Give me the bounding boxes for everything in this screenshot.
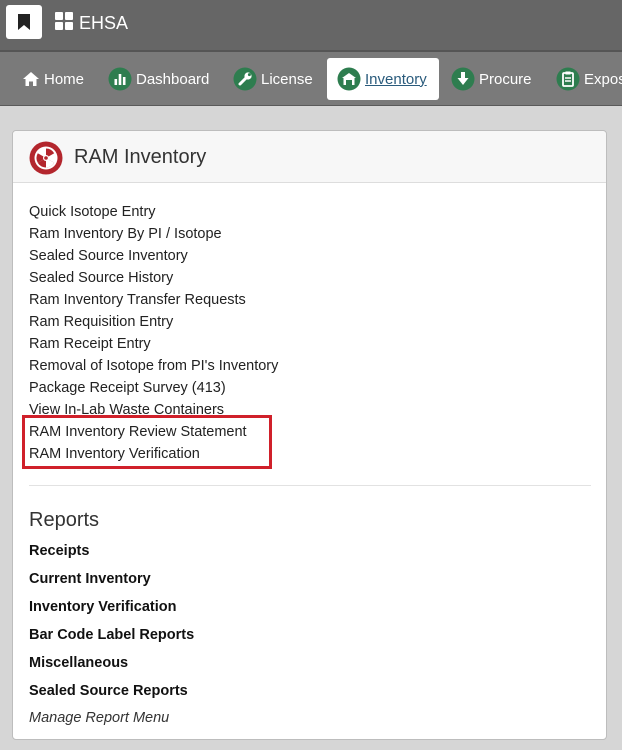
bookmark-button[interactable] (6, 5, 42, 39)
arrow-down-icon (451, 67, 475, 91)
report-sealed-source[interactable]: Sealed Source Reports (29, 677, 194, 705)
nav-inventory[interactable]: Inventory (327, 58, 439, 100)
nav-dashboard[interactable]: Dashboard (108, 58, 209, 100)
nav-home[interactable]: Home (22, 58, 84, 100)
wrench-icon (233, 67, 257, 91)
report-miscellaneous[interactable]: Miscellaneous (29, 649, 194, 677)
nav-dashboard-label: Dashboard (136, 70, 210, 88)
nav-license[interactable]: License (233, 58, 313, 100)
radiation-icon (29, 141, 63, 175)
reports-heading: Reports (29, 509, 100, 531)
link-package-receipt-survey[interactable]: Package Receipt Survey (413) (29, 377, 278, 399)
report-bar-code-label[interactable]: Bar Code Label Reports (29, 621, 194, 649)
ram-inventory-panel: RAM Inventory Quick Isotope Entry Ram In… (12, 130, 607, 740)
link-sealed-source-history[interactable]: Sealed Source History (29, 267, 278, 289)
app-title: EHSA (79, 13, 129, 33)
link-removal-of-isotope[interactable]: Removal of Isotope from PI's Inventory (29, 355, 278, 377)
panel-title: RAM Inventory (74, 146, 207, 168)
link-ram-inventory-by-pi[interactable]: Ram Inventory By PI / Isotope (29, 223, 278, 245)
home-icon (23, 72, 39, 86)
panel-header: RAM Inventory (13, 131, 606, 183)
bookmark-icon (18, 14, 30, 30)
link-quick-isotope-entry[interactable]: Quick Isotope Entry (29, 201, 278, 223)
link-transfer-requests[interactable]: Ram Inventory Transfer Requests (29, 289, 278, 311)
divider (29, 485, 591, 486)
nav-procure[interactable]: Procure (451, 58, 532, 100)
nav-procure-label: Procure (479, 70, 532, 88)
nav-inventory-label: Inventory (365, 70, 427, 88)
nav-exposure[interactable]: Expos (556, 58, 622, 100)
highlight-box (22, 415, 272, 469)
reports-list: Receipts Current Inventory Inventory Ver… (29, 537, 194, 705)
link-receipt-entry[interactable]: Ram Receipt Entry (29, 333, 278, 355)
nav-exposure-label: Expos (584, 70, 622, 88)
link-sealed-source-inventory[interactable]: Sealed Source Inventory (29, 245, 278, 267)
inventory-icon (337, 67, 361, 91)
report-receipts[interactable]: Receipts (29, 537, 194, 565)
nav-home-label: Home (44, 70, 85, 88)
top-bar: EHSA (0, 0, 622, 50)
app-grid-icon (55, 12, 73, 30)
link-requisition-entry[interactable]: Ram Requisition Entry (29, 311, 278, 333)
report-inventory-verification[interactable]: Inventory Verification (29, 593, 194, 621)
report-current-inventory[interactable]: Current Inventory (29, 565, 194, 593)
main-nav: Home Dashboard License Inventory Procure… (0, 50, 622, 106)
clipboard-icon (556, 67, 580, 91)
nav-license-label: License (261, 70, 313, 88)
manage-report-menu-link[interactable]: Manage Report Menu (29, 710, 169, 726)
dashboard-icon (108, 67, 132, 91)
